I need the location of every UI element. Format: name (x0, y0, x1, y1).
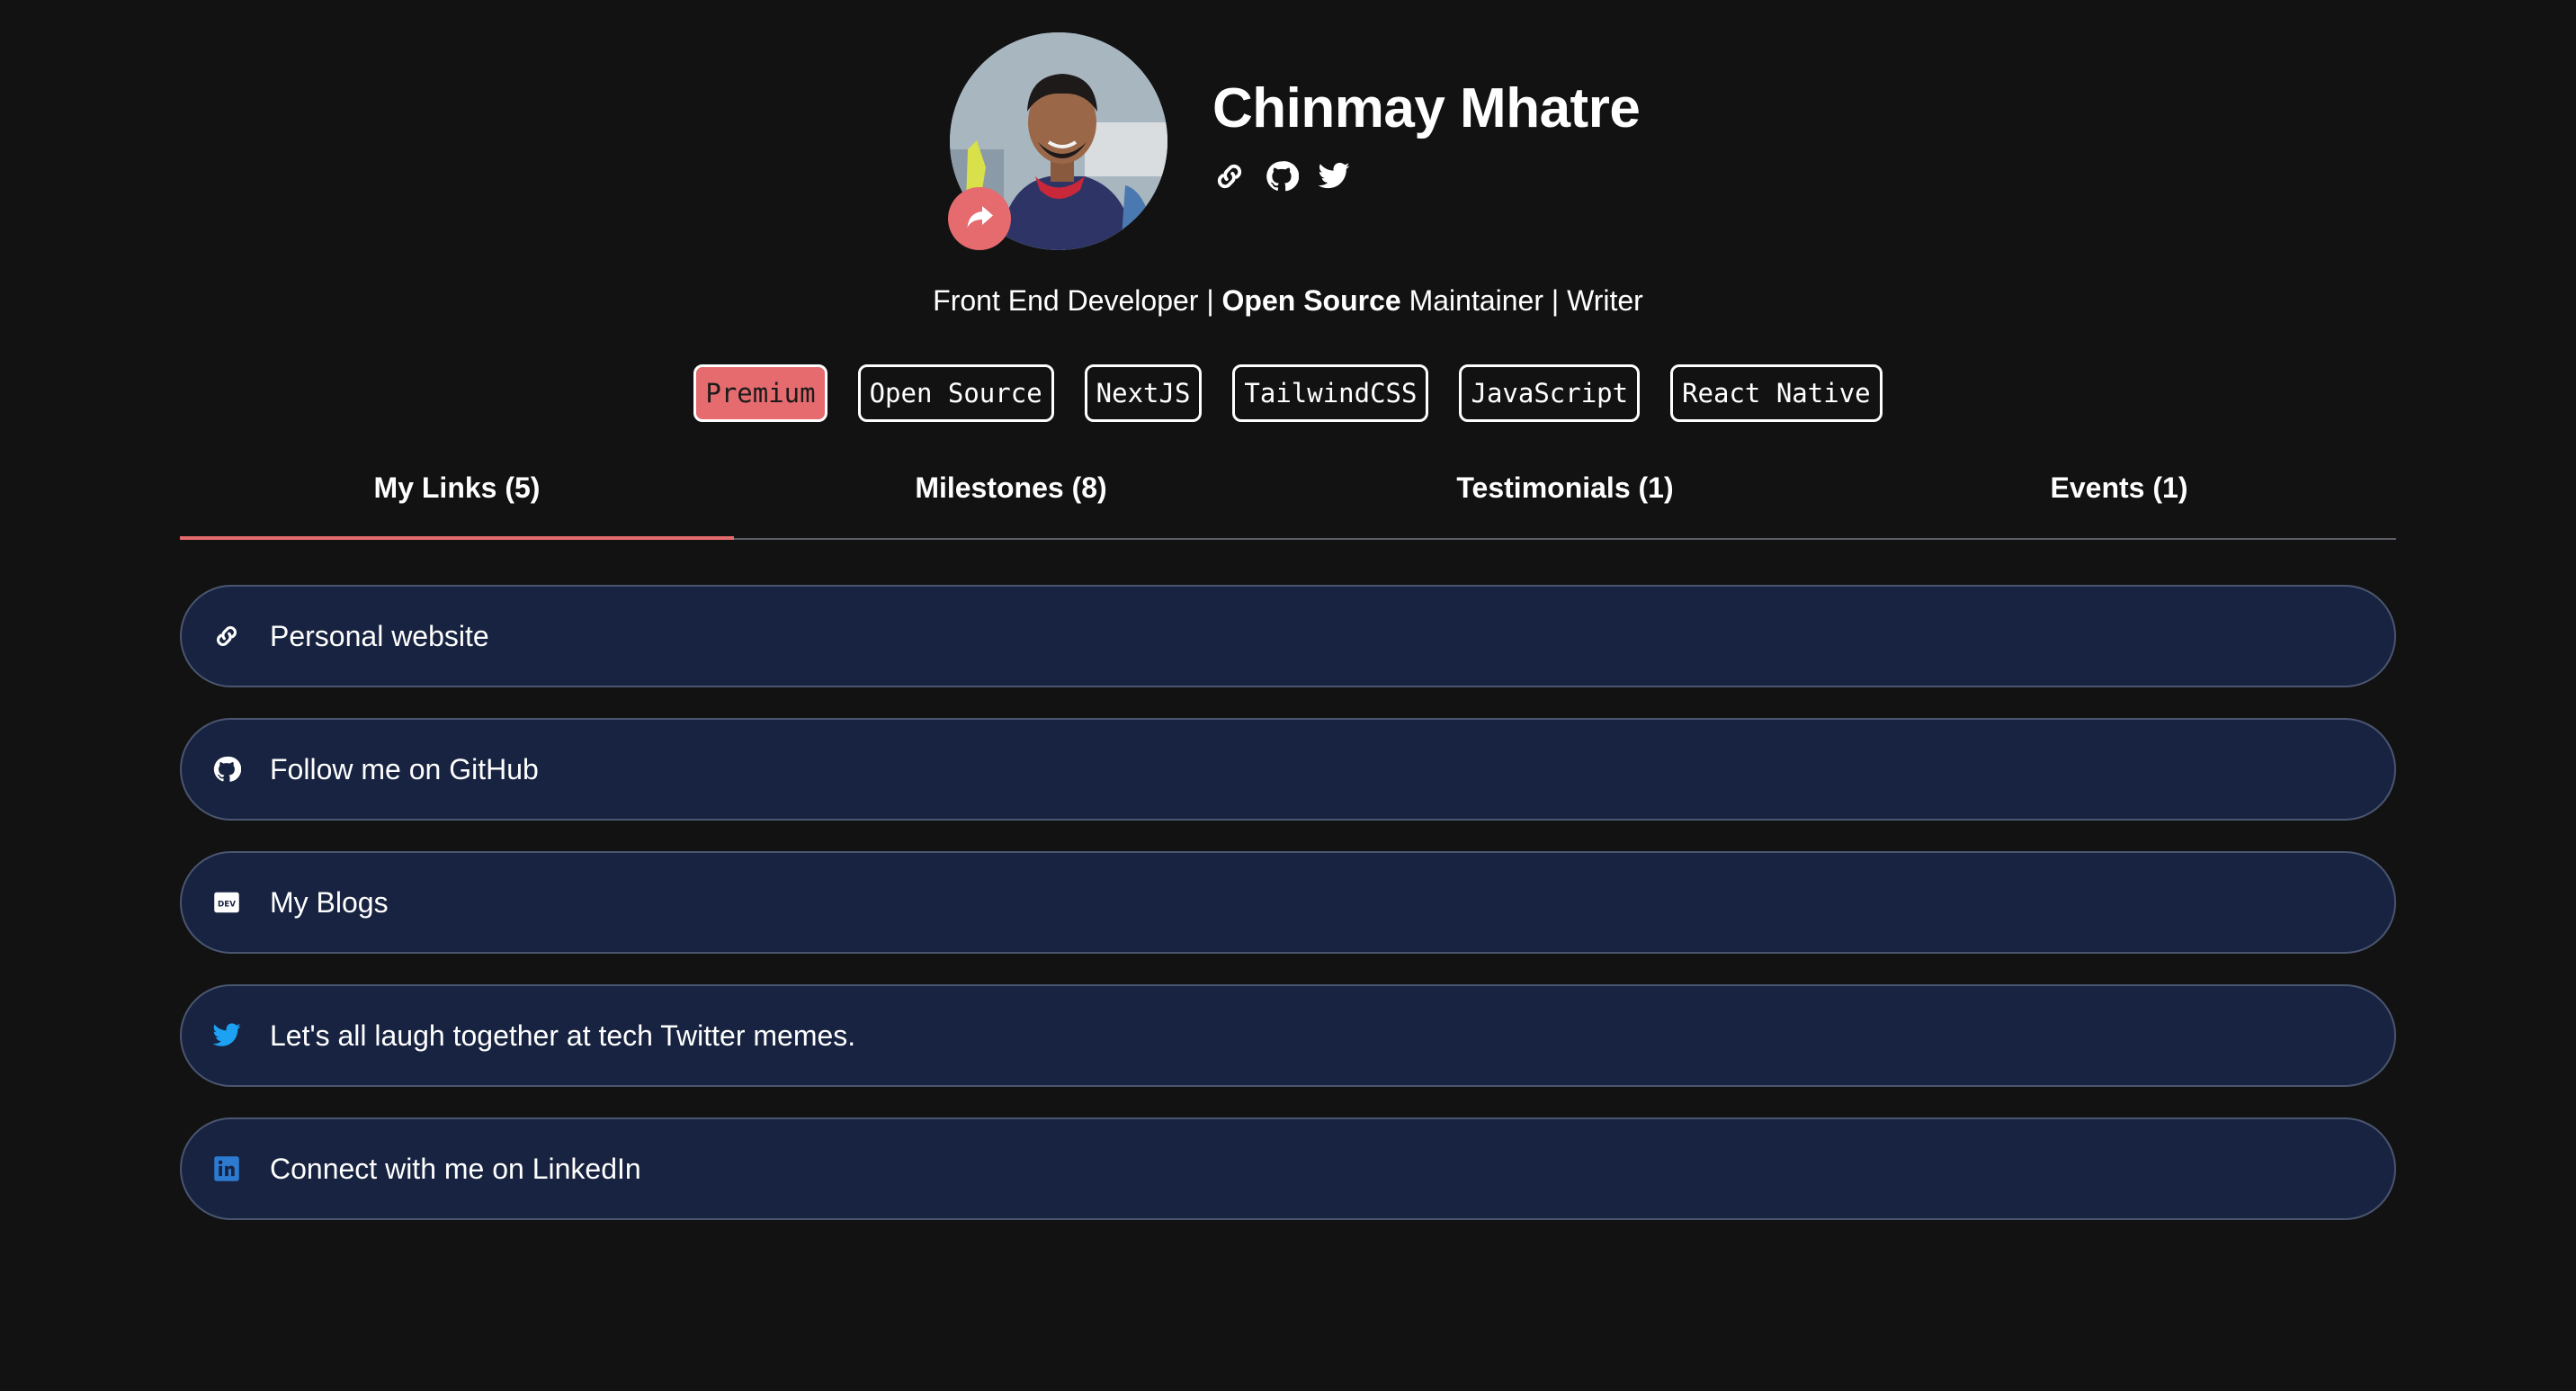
link-personal-website[interactable]: Personal website (180, 585, 2396, 687)
share-arrow-icon (963, 201, 996, 238)
link-twitter[interactable]: Let's all laugh together at tech Twitter… (180, 984, 2396, 1087)
tag-open-source[interactable]: Open Source (857, 364, 1054, 422)
link-label: Personal website (270, 619, 489, 652)
link-label: Let's all laugh together at tech Twitter… (270, 1019, 856, 1052)
bio-text-2: Maintainer | Writer (1400, 284, 1643, 317)
bio-text-1: Front End Developer | (933, 284, 1222, 317)
link-github[interactable]: Follow me on GitHub (180, 718, 2396, 821)
link-list: Personal website Follow me on GitHub DEV… (180, 585, 2396, 1220)
tab-my-links[interactable]: My Links (5) (180, 450, 734, 540)
tab-bar: My Links (5) Milestones (8) Testimonials… (180, 450, 2396, 540)
social-icons (1212, 159, 1640, 193)
link-icon[interactable] (1212, 159, 1247, 193)
profile-page: Chinmay Mhatre Front End Developer | Ope… (0, 0, 2576, 1391)
github-icon (210, 753, 243, 785)
share-button[interactable] (948, 187, 1011, 250)
tab-milestones[interactable]: Milestones (8) (734, 450, 1288, 538)
profile-header: Chinmay Mhatre (948, 32, 1641, 250)
tag-react-native[interactable]: React Native (1670, 364, 1883, 422)
linkedin-icon (210, 1153, 243, 1185)
tag-premium[interactable]: Premium (693, 364, 827, 422)
link-label: My Blogs (270, 885, 389, 919)
tag-tailwindcss[interactable]: TailwindCSS (1232, 364, 1429, 422)
github-icon[interactable] (1265, 159, 1299, 193)
bio-bold: Open Source (1221, 284, 1401, 317)
link-blogs[interactable]: DEV My Blogs (180, 851, 2396, 954)
link-icon (210, 620, 243, 652)
tag-list: Premium Open Source NextJS TailwindCSS J… (0, 364, 2576, 422)
avatar-container (948, 32, 1167, 250)
name-block: Chinmay Mhatre (1212, 76, 1641, 193)
bio: Front End Developer | Open Source Mainta… (0, 283, 2576, 319)
tab-events[interactable]: Events (1) (1842, 450, 2396, 538)
tag-javascript[interactable]: JavaScript (1459, 364, 1641, 422)
twitter-icon[interactable] (1317, 159, 1351, 193)
twitter-icon (210, 1019, 243, 1052)
tag-nextjs[interactable]: NextJS (1084, 364, 1203, 422)
link-label: Connect with me on LinkedIn (270, 1152, 641, 1185)
link-label: Follow me on GitHub (270, 752, 539, 785)
link-linkedin[interactable]: Connect with me on LinkedIn (180, 1117, 2396, 1220)
dev-icon: DEV (210, 886, 243, 919)
profile-name: Chinmay Mhatre (1212, 76, 1641, 139)
svg-text:DEV: DEV (218, 900, 236, 909)
tab-testimonials[interactable]: Testimonials (1) (1288, 450, 1842, 538)
